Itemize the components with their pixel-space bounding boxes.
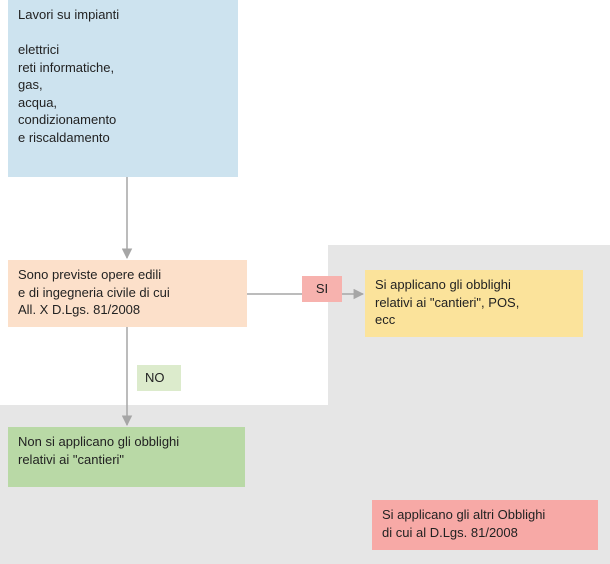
node-cantieri-no: Non si applicano gli obblighi relativi a… [8, 427, 245, 487]
start-line1: Lavori su impianti [18, 6, 228, 24]
decision-line2: e di ingegneria civile di cui [18, 284, 237, 302]
node-altri-obblighi: Si applicano gli altri Obblighi di cui a… [372, 500, 598, 550]
yes-line2: relativi ai "cantieri", POS, [375, 294, 573, 312]
altri-line2: di cui al D.Lgs. 81/2008 [382, 524, 588, 542]
start-blank [18, 24, 228, 42]
start-line6: condizionamento [18, 111, 228, 129]
yes-line3: ecc [375, 311, 573, 329]
start-line3: reti informatiche, [18, 59, 228, 77]
altri-line1: Si applicano gli altri Obblighi [382, 506, 588, 524]
label-si: SI [302, 276, 342, 302]
flowchart-diagram: Lavori su impianti elettrici reti inform… [0, 0, 610, 564]
start-line2: elettrici [18, 41, 228, 59]
start-line7: e riscaldamento [18, 129, 228, 147]
start-line5: acqua, [18, 94, 228, 112]
no-line2: relativi ai "cantieri" [18, 451, 235, 469]
decision-line3: All. X D.Lgs. 81/2008 [18, 301, 237, 319]
node-cantieri-yes: Si applicano gli obblighi relativi ai "c… [365, 270, 583, 337]
yes-line1: Si applicano gli obblighi [375, 276, 573, 294]
node-decision: Sono previste opere edili e di ingegneri… [8, 260, 247, 327]
no-line1: Non si applicano gli obblighi [18, 433, 235, 451]
start-line4: gas, [18, 76, 228, 94]
label-no: NO [137, 365, 181, 391]
node-start: Lavori su impianti elettrici reti inform… [8, 0, 238, 177]
decision-line1: Sono previste opere edili [18, 266, 237, 284]
